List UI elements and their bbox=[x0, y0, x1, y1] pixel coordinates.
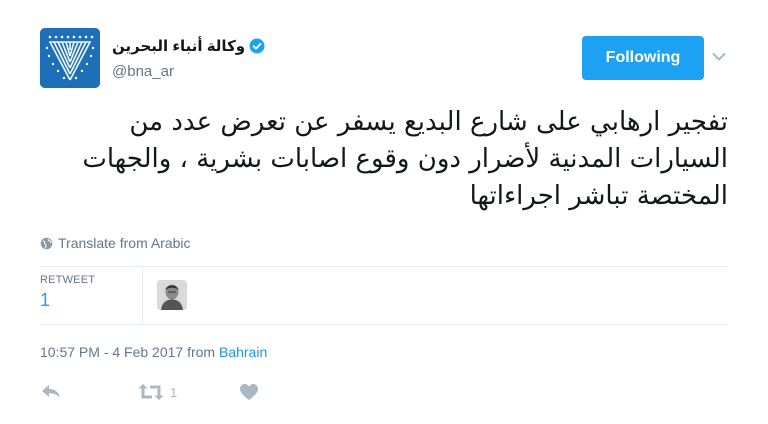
retweeter-avatar[interactable] bbox=[157, 280, 187, 310]
user-portrait-icon bbox=[157, 280, 187, 310]
location-link[interactable]: Bahrain bbox=[219, 344, 267, 360]
retweet-button[interactable]: 1 bbox=[138, 383, 177, 401]
profile-avatar[interactable] bbox=[40, 28, 100, 88]
stat-separator bbox=[142, 268, 143, 324]
tweet-card: وكالة أنباء البحرين @bna_ar Following تف… bbox=[0, 0, 768, 424]
translate-link[interactable]: Translate from Arabic bbox=[40, 235, 191, 251]
like-button[interactable] bbox=[239, 383, 259, 401]
user-handle[interactable]: @bna_ar bbox=[112, 63, 174, 80]
globe-icon bbox=[40, 237, 53, 249]
bna-logo-icon bbox=[40, 28, 100, 88]
reply-icon bbox=[42, 385, 60, 398]
following-button[interactable]: Following bbox=[582, 36, 704, 80]
more-options-button[interactable] bbox=[708, 46, 730, 68]
translate-label: Translate from Arabic bbox=[58, 235, 191, 251]
divider-bottom bbox=[40, 324, 728, 325]
divider-top bbox=[40, 266, 728, 267]
retweet-stat-label: RETWEET bbox=[40, 274, 96, 286]
heart-icon bbox=[240, 384, 259, 400]
tweet-actions: 1 bbox=[40, 380, 259, 404]
verified-badge-icon bbox=[249, 38, 265, 54]
tweet-meta: 10:57 PM - 4 Feb 2017 from Bahrain bbox=[40, 344, 267, 360]
retweet-stat-count[interactable]: 1 bbox=[40, 290, 140, 311]
name-row: وكالة أنباء البحرين bbox=[112, 36, 265, 56]
chevron-down-icon bbox=[712, 53, 726, 61]
retweet-stat[interactable]: RETWEET 1 bbox=[40, 274, 140, 311]
reply-button[interactable] bbox=[40, 383, 64, 401]
display-name[interactable]: وكالة أنباء البحرين bbox=[112, 37, 245, 55]
retweet-icon bbox=[138, 384, 164, 400]
tweet-timestamp[interactable]: 10:57 PM - 4 Feb 2017 bbox=[40, 344, 183, 360]
from-label: from bbox=[187, 344, 216, 360]
retweet-action-count: 1 bbox=[170, 384, 178, 400]
tweet-text: تفجير ارهابي على شارع البديع يسفر عن تعر… bbox=[82, 107, 728, 211]
